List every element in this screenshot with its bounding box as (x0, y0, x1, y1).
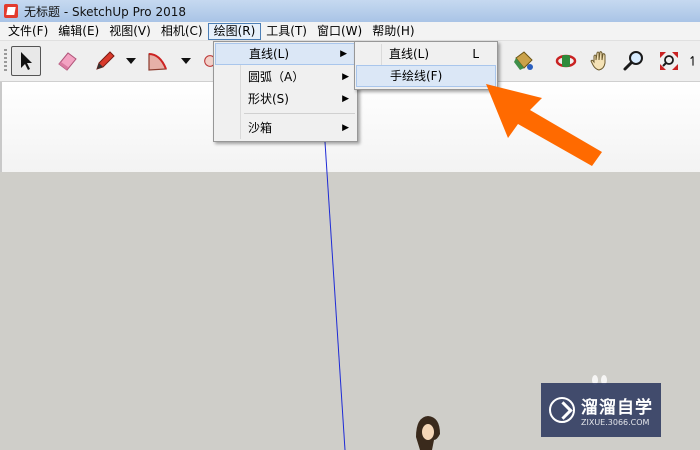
submenu-arrow-icon: ▶ (342, 94, 349, 104)
submenu-arrow-icon: ▶ (342, 123, 349, 133)
draw-menu-item-line[interactable]: 直线(L) ▶ (215, 43, 356, 65)
line-submenu: 直线(L) L 手绘线(F) (354, 41, 498, 90)
scale-figure (416, 416, 440, 450)
sketchup-app-icon (4, 4, 18, 18)
pan-tool-button[interactable] (585, 46, 615, 76)
menu-draw[interactable]: 绘图(R) (207, 22, 262, 40)
pan-hand-icon (590, 51, 606, 71)
green-blue-axis-line (324, 141, 346, 450)
orbit-icon (555, 54, 577, 68)
draw-menu-item-sandbox[interactable]: 沙箱 ▶ (214, 117, 357, 139)
watermark-logo-icon (549, 397, 575, 423)
eraser-tool-button[interactable] (52, 46, 82, 76)
select-tool-button[interactable] (11, 46, 41, 76)
orange-pointer-arrow (486, 84, 602, 166)
menu-help[interactable]: 帮助(H) (367, 23, 419, 40)
title-bar: 无标题 - SketchUp Pro 2018 (0, 0, 700, 22)
menu-file[interactable]: 文件(F) (3, 23, 53, 40)
menu-bar: 文件(F) 编辑(E) 视图(V) 相机(C) 绘图(R) 工具(T) 窗口(W… (0, 22, 700, 41)
menu-edit[interactable]: 编辑(E) (53, 23, 104, 40)
submenu-item-label: 手绘线(F) (390, 69, 443, 83)
submenu-arrow-icon: ▶ (342, 72, 349, 82)
watermark-badge: 溜溜自学 ZIXUE.3066.COM (541, 383, 661, 437)
draw-menu-item-label: 直线(L) (249, 47, 290, 61)
pencil-dropdown-icon[interactable] (125, 55, 137, 67)
arc-icon (148, 53, 167, 71)
draw-menu-item-label: 沙箱 (248, 121, 273, 135)
zoom-extents-icon (660, 52, 678, 70)
orbit-tool-button[interactable] (551, 46, 581, 76)
menu-tools[interactable]: 工具(T) (261, 23, 312, 40)
watermark-title: 溜溜自学 (581, 398, 653, 418)
draw-menu-item-label: 形状(S) (248, 92, 289, 106)
submenu-arrow-icon: ▶ (340, 49, 347, 59)
paint-bucket-icon (514, 51, 533, 70)
line-submenu-item-line[interactable]: 直线(L) L (355, 43, 497, 65)
menu-view[interactable]: 视图(V) (104, 23, 156, 40)
watermark-subtitle: ZIXUE.3066.COM (581, 418, 650, 427)
draw-menu-dropdown: 直线(L) ▶ 圆弧（A） ▶ 形状(S) ▶ 沙箱 ▶ (213, 41, 358, 142)
shortcut-label: L (472, 47, 479, 61)
line-submenu-item-freehand[interactable]: 手绘线(F) (356, 65, 496, 87)
shape-tool-button[interactable] (198, 46, 214, 76)
menu-separator (244, 113, 355, 114)
zoom-extents-tool-button[interactable] (654, 46, 684, 76)
arc-dropdown-icon[interactable] (180, 55, 192, 67)
arc-tool-button[interactable] (143, 46, 173, 76)
zoom-tool-button[interactable] (619, 46, 649, 76)
eraser-icon (58, 52, 77, 71)
previous-view-tool-button[interactable] (686, 46, 700, 76)
zoom-icon (623, 51, 643, 71)
draw-menu-item-label: 圆弧（A） (248, 70, 305, 84)
window-title: 无标题 - SketchUp Pro 2018 (24, 4, 186, 19)
select-icon (21, 52, 32, 70)
toolbar-grip[interactable] (4, 49, 7, 73)
draw-menu-item-arc[interactable]: 圆弧（A） ▶ (214, 66, 357, 88)
pencil-icon (96, 51, 115, 70)
previous-view-icon (690, 55, 694, 66)
paint-bucket-tool-button[interactable] (508, 46, 538, 76)
menu-camera[interactable]: 相机(C) (156, 23, 208, 40)
draw-menu-item-shape[interactable]: 形状(S) ▶ (214, 88, 357, 110)
menu-window[interactable]: 窗口(W) (312, 23, 367, 40)
submenu-item-label: 直线(L) (389, 47, 430, 61)
circle-shape-icon (204, 55, 214, 67)
pencil-tool-button[interactable] (90, 46, 120, 76)
